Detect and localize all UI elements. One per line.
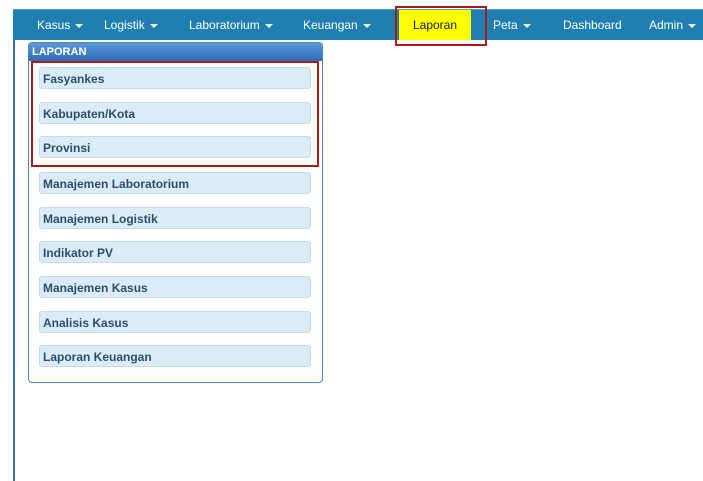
chevron-down-icon bbox=[522, 23, 531, 28]
highlight-box-laporan-tab bbox=[395, 6, 487, 46]
nav-laboratorium-label: Laboratorium bbox=[189, 18, 260, 32]
nav-dashboard[interactable]: Dashboard bbox=[563, 10, 622, 40]
top-navbar: Kasus Logistik Laboratorium Keuangan Lap… bbox=[13, 9, 703, 40]
nav-keuangan-label: Keuangan bbox=[303, 18, 358, 32]
nav-peta[interactable]: Peta bbox=[493, 10, 531, 40]
menu-item-manajemen-laboratorium[interactable]: Manajemen Laboratorium bbox=[39, 172, 311, 194]
chevron-down-icon bbox=[75, 23, 84, 28]
menu-item-manajemen-logistik[interactable]: Manajemen Logistik bbox=[39, 207, 311, 229]
menu-item-analisis-kasus[interactable]: Analisis Kasus bbox=[39, 311, 311, 333]
chevron-down-icon bbox=[688, 23, 697, 28]
menu-item-laporan-keuangan[interactable]: Laporan Keuangan bbox=[39, 345, 311, 367]
chevron-down-icon bbox=[264, 23, 273, 28]
nav-kasus-label: Kasus bbox=[37, 18, 71, 32]
nav-admin[interactable]: Admin bbox=[649, 10, 697, 40]
nav-keuangan[interactable]: Keuangan bbox=[303, 10, 371, 40]
nav-logistik[interactable]: Logistik bbox=[104, 10, 158, 40]
nav-laboratorium[interactable]: Laboratorium bbox=[189, 10, 273, 40]
menu-item-indikator-pv[interactable]: Indikator PV bbox=[39, 241, 311, 263]
highlight-box-report-group bbox=[31, 61, 319, 167]
chevron-down-icon bbox=[362, 23, 371, 28]
nav-dashboard-label: Dashboard bbox=[563, 18, 622, 32]
nav-peta-label: Peta bbox=[493, 18, 518, 32]
nav-logistik-label: Logistik bbox=[104, 18, 145, 32]
panel-title: LAPORAN bbox=[29, 43, 322, 61]
menu-item-manajemen-kasus[interactable]: Manajemen Kasus bbox=[39, 276, 311, 298]
nav-kasus[interactable]: Kasus bbox=[37, 10, 84, 40]
nav-admin-label: Admin bbox=[649, 18, 684, 32]
chevron-down-icon bbox=[149, 23, 158, 28]
page: Kasus Logistik Laboratorium Keuangan Lap… bbox=[0, 0, 703, 481]
left-border-line bbox=[13, 40, 15, 481]
